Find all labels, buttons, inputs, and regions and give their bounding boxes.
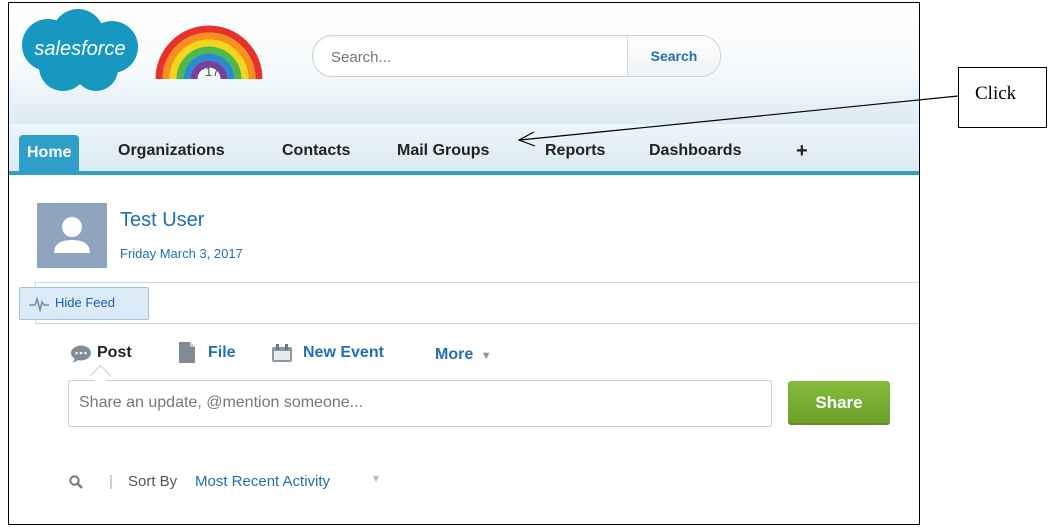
callout-text: Click <box>975 83 1017 104</box>
callout-box: Click <box>958 67 1047 128</box>
annotation-arrow <box>517 95 959 147</box>
